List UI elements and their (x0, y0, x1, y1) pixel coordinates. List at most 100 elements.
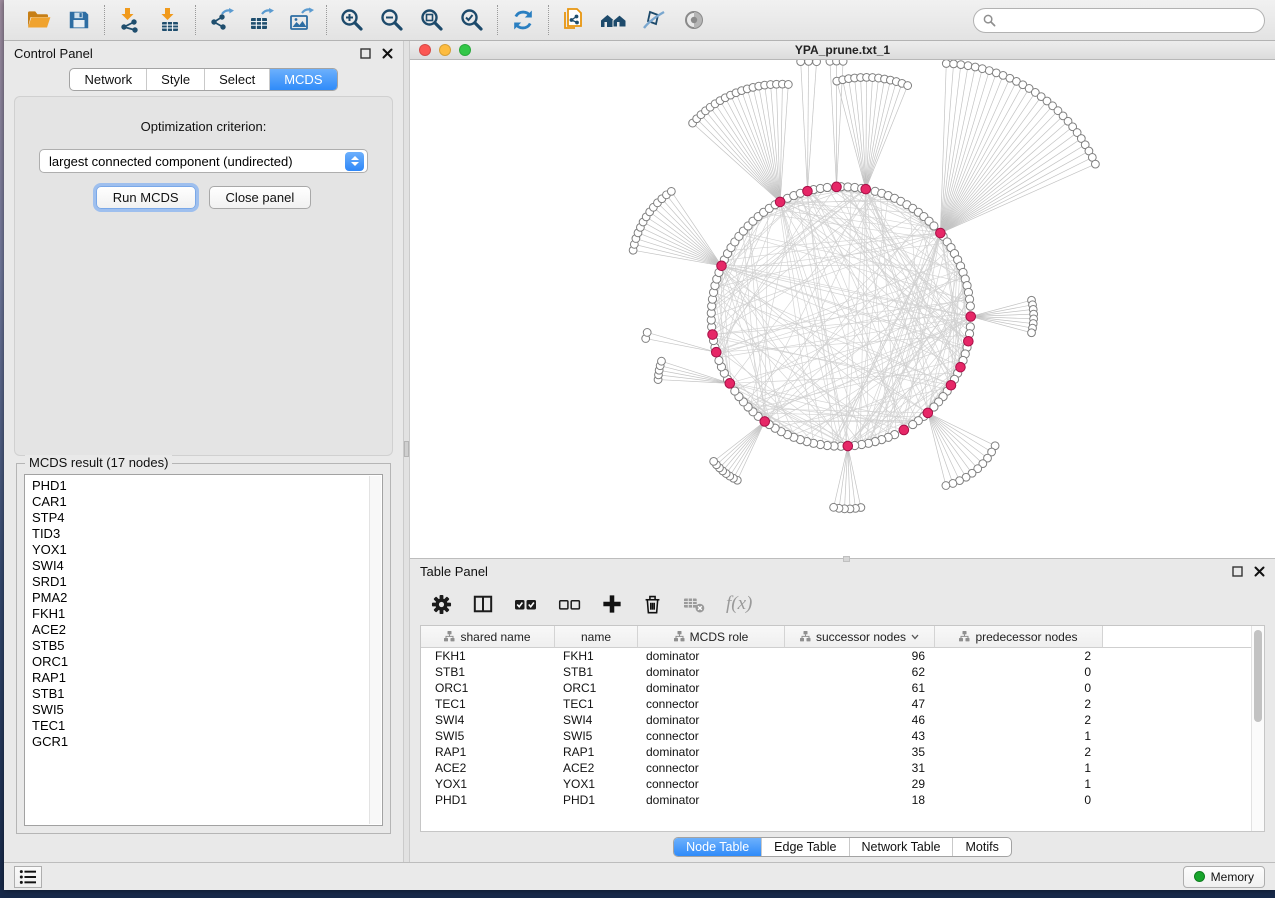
right-column: YPA_prune.txt_1 Table Panel (410, 41, 1275, 862)
mcds-result-item[interactable]: SWI4 (32, 558, 382, 574)
tab-select[interactable]: Select (204, 69, 269, 90)
column-header-mcds-role[interactable]: MCDS role (638, 626, 785, 648)
tab-style[interactable]: Style (146, 69, 204, 90)
minimize-window-button[interactable] (439, 44, 451, 56)
mcds-result-item[interactable]: GCR1 (32, 734, 382, 750)
mcds-result-item[interactable]: SRD1 (32, 574, 382, 590)
column-header-successor-nodes[interactable]: successor nodes (785, 626, 935, 648)
table-cell: 61 (785, 681, 935, 695)
float-window-icon[interactable] (360, 48, 371, 59)
mcds-result-item[interactable]: SWI5 (32, 702, 382, 718)
criterion-dropdown[interactable]: largest connected component (undirected) (39, 149, 368, 173)
refresh-layout-button[interactable] (508, 5, 538, 35)
table-cell: SWI5 (555, 729, 638, 743)
column-header-shared-name[interactable]: shared name (421, 626, 555, 648)
memory-button[interactable]: Memory (1183, 866, 1265, 888)
mcds-result-item[interactable]: YOX1 (32, 542, 382, 558)
zoom-selected-button[interactable] (457, 5, 487, 35)
mcds-result-item[interactable]: PHD1 (32, 478, 382, 494)
table-scrollbar-thumb[interactable] (1254, 630, 1262, 722)
save-session-button[interactable] (64, 5, 94, 35)
table-cell: connector (638, 761, 785, 775)
table-tabs: Node Table Edge Table Network Table Moti… (410, 832, 1275, 862)
export-image-icon (288, 7, 314, 33)
tab-motifs[interactable]: Motifs (952, 838, 1010, 856)
table-cell: TEC1 (421, 697, 555, 711)
network-document-button[interactable] (559, 5, 589, 35)
table-cell: RAP1 (555, 745, 638, 759)
table-cell: 2 (935, 713, 1103, 727)
mcds-result-item[interactable]: TEC1 (32, 718, 382, 734)
column-header-name[interactable]: name (555, 626, 638, 648)
search-input[interactable] (1002, 13, 1255, 27)
zoom-fit-button[interactable] (417, 5, 447, 35)
add-row-icon[interactable] (602, 594, 622, 614)
hide-graphics-details-button[interactable] (639, 5, 669, 35)
mcds-result-item[interactable]: CAR1 (32, 494, 382, 510)
mcds-result-item[interactable]: FKH1 (32, 606, 382, 622)
close-window-button[interactable] (419, 44, 431, 56)
mcds-result-item[interactable]: STB5 (32, 638, 382, 654)
horizontal-splitter-handle[interactable] (843, 556, 850, 562)
mcds-result-list[interactable]: PHD1CAR1STP4TID3YOX1SWI4SRD1PMA2FKH1ACE2… (24, 474, 383, 826)
table-panel: Table Panel f(x) (410, 559, 1275, 862)
home-button[interactable] (599, 5, 629, 35)
close-panel-button[interactable]: Close panel (209, 186, 312, 209)
mcds-result-item[interactable]: ORC1 (32, 654, 382, 670)
search-field[interactable] (973, 8, 1265, 33)
splitter-handle[interactable] (404, 441, 409, 457)
import-network-button[interactable] (115, 5, 145, 35)
mcds-result-item[interactable]: PMA2 (32, 590, 382, 606)
table-row[interactable]: RAP1RAP1dominator352 (421, 744, 1264, 760)
show-graphics-details-button[interactable] (679, 5, 709, 35)
table-row[interactable]: TEC1TEC1connector472 (421, 696, 1264, 712)
export-network-button[interactable] (206, 5, 236, 35)
vertical-splitter[interactable] (403, 41, 410, 862)
table-scrollbar[interactable] (1251, 626, 1264, 831)
mcds-result-title: MCDS result (17 nodes) (25, 455, 172, 470)
table-row[interactable]: FKH1FKH1dominator962 (421, 648, 1264, 664)
table-row[interactable]: ORC1ORC1dominator610 (421, 680, 1264, 696)
settings-gear-icon[interactable] (431, 594, 452, 615)
run-mcds-button[interactable]: Run MCDS (96, 186, 196, 209)
network-canvas[interactable] (410, 60, 1275, 559)
list-scrollbar[interactable] (369, 476, 381, 824)
mcds-result-item[interactable]: STP4 (32, 510, 382, 526)
mcds-result-item[interactable]: TID3 (32, 526, 382, 542)
export-table-button[interactable] (246, 5, 276, 35)
table-panel-titlebar: Table Panel (410, 559, 1275, 583)
export-image-button[interactable] (286, 5, 316, 35)
column-header-predecessor-nodes[interactable]: predecessor nodes (935, 626, 1103, 648)
table-row[interactable]: YOX1YOX1connector291 (421, 776, 1264, 792)
show-columns-icon[interactable] (473, 594, 493, 614)
task-history-button[interactable] (14, 866, 42, 888)
close-panel-icon[interactable] (1254, 566, 1265, 577)
deselect-all-icon[interactable] (558, 597, 581, 612)
table-row[interactable]: SWI5SWI5connector431 (421, 728, 1264, 744)
tab-node-table[interactable]: Node Table (674, 838, 761, 856)
status-bar: Memory (4, 862, 1275, 890)
maximize-window-button[interactable] (459, 44, 471, 56)
zoom-out-button[interactable] (377, 5, 407, 35)
tree-icon (800, 631, 811, 642)
tab-network[interactable]: Network (70, 69, 146, 90)
delete-row-icon[interactable] (643, 594, 662, 615)
mcds-result-item[interactable]: ACE2 (32, 622, 382, 638)
open-folder-icon (26, 7, 52, 33)
select-all-icon[interactable] (514, 597, 537, 612)
table-row[interactable]: PHD1PHD1dominator180 (421, 792, 1264, 808)
close-panel-icon[interactable] (382, 48, 393, 59)
table-cell: SWI5 (421, 729, 555, 743)
table-row[interactable]: ACE2ACE2connector311 (421, 760, 1264, 776)
tab-mcds[interactable]: MCDS (269, 69, 336, 90)
tab-edge-table[interactable]: Edge Table (761, 838, 848, 856)
zoom-in-button[interactable] (337, 5, 367, 35)
open-file-button[interactable] (24, 5, 54, 35)
table-row[interactable]: STB1STB1dominator620 (421, 664, 1264, 680)
import-table-button[interactable] (155, 5, 185, 35)
float-window-icon[interactable] (1232, 566, 1243, 577)
table-row[interactable]: SWI4SWI4dominator462 (421, 712, 1264, 728)
tab-network-table[interactable]: Network Table (849, 838, 953, 856)
mcds-result-item[interactable]: STB1 (32, 686, 382, 702)
mcds-result-item[interactable]: RAP1 (32, 670, 382, 686)
